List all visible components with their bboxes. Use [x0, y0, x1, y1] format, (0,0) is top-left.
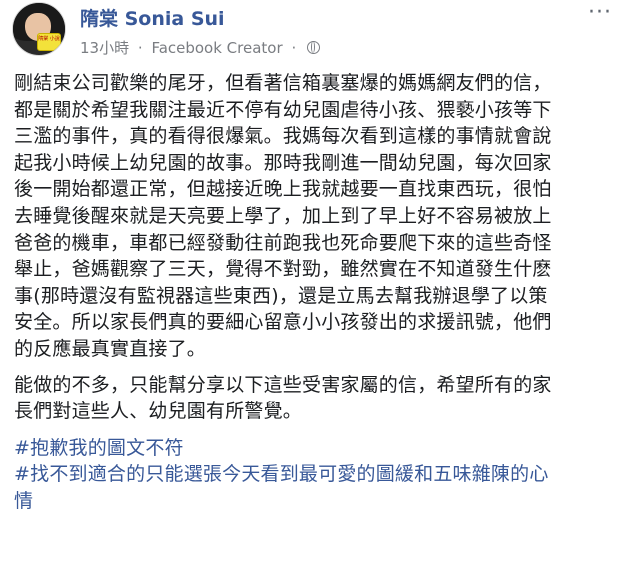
post-line: 剛結束公司歡樂的尾牙，但看著信箱裏塞爆的媽媽網友們的信，	[14, 72, 552, 94]
post-line: 安全。所以家長們真的要細心留意小小孩發出的求援訊號，他們	[14, 311, 552, 334]
post-line: 長們對這些人、幼兒園有所警覺。	[14, 400, 303, 423]
hashtag-link-continued[interactable]: 情	[14, 488, 620, 515]
post-via[interactable]: Facebook Creator	[151, 39, 282, 57]
post-timestamp[interactable]: 13小時	[80, 37, 129, 58]
post-hashtags: #抱歉我的圖文不符 #找不到適合的只能選張今天看到最可愛的圖緩和五味雜陳的心 情	[14, 435, 620, 515]
avatar-badge: 隋棠 小說	[37, 33, 61, 51]
post-line: 事(那時還沒有監視器這些東西)，還是立馬去幫我辦退學了以策	[14, 284, 548, 307]
hashtag-link[interactable]: #抱歉我的圖文不符	[14, 435, 620, 462]
globe-icon[interactable]	[307, 41, 320, 54]
post-line: 起我小時候上幼兒園的故事。那時我剛進一間幼兒園，每次回家	[14, 151, 552, 174]
more-options-icon[interactable]: ···	[588, 2, 612, 24]
author-avatar[interactable]: 隋棠 小說	[12, 2, 66, 56]
post-paragraph-2: 能做的不多，只能幫分享以下這些受害家屬的信，希望所有的家 長們對這些人、幼兒園有…	[14, 372, 620, 425]
post-line: 的反應最真實直接了。	[14, 337, 207, 360]
post-paragraph-1: 剛結束公司歡樂的尾牙，但看著信箱裏塞爆的媽媽網友們的信， 都是關於希望我關注最近…	[14, 70, 620, 363]
post-meta: 13小時 · Facebook Creator ·	[80, 37, 320, 58]
post-line: 後一開始都還正常，但越接近晚上我就越要一直找東西玩，很怕	[14, 178, 552, 201]
meta-separator-2: ·	[291, 38, 297, 57]
facebook-post: 隋棠 小說 隋棠 Sonia Sui 13小時 · Facebook Creat…	[0, 0, 630, 570]
post-line: 舉止，爸媽觀察了三天，覺得不對勁，雖然實在不知道發生什麽	[14, 258, 552, 281]
hashtag-link[interactable]: #找不到適合的只能選張今天看到最可愛的圖緩和五味雜陳的心	[14, 461, 620, 488]
author-name-link[interactable]: 隋棠 Sonia Sui	[80, 4, 225, 31]
post-line: 三濫的事件，真的看得很爆氣。我媽每次看到這樣的事情就會說	[14, 125, 552, 148]
post-line: 去睡覺後醒來就是天亮要上學了，加上到了早上好不容易被放上	[14, 204, 552, 227]
post-line: 都是關於希望我關注最近不停有幼兒園虐待小孩、猥褻小孩等下	[14, 98, 552, 121]
meta-separator: ·	[137, 38, 143, 57]
post-line: 能做的不多，只能幫分享以下這些受害家屬的信，希望所有的家	[14, 373, 552, 396]
post-body: 剛結束公司歡樂的尾牙，但看著信箱裏塞爆的媽媽網友們的信， 都是關於希望我關注最近…	[14, 70, 620, 515]
post-line: 爸爸的機車，車都已經發動往前跑我也死命要爬下來的這些奇怪	[14, 231, 552, 254]
